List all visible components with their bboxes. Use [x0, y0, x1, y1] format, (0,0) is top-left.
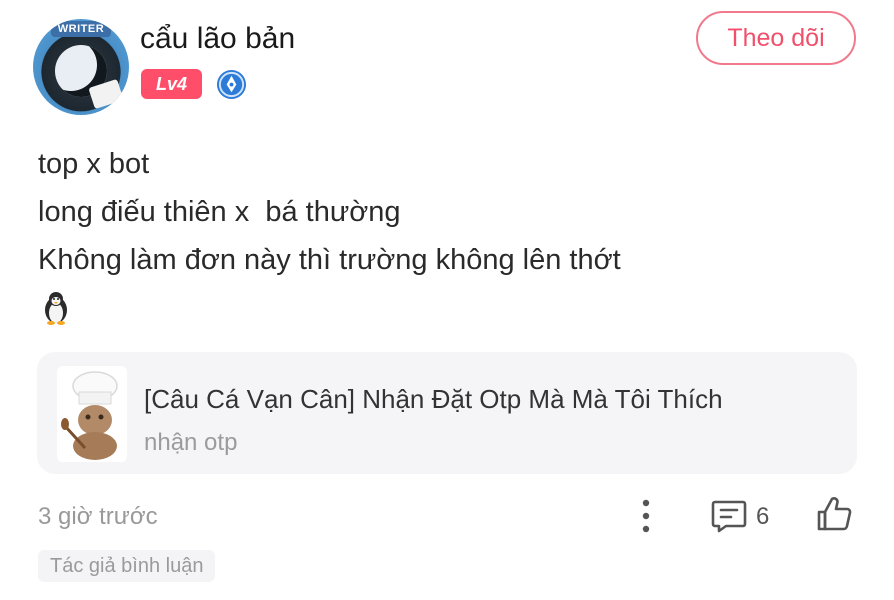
linked-card-title: [Câu Cá Vạn Cân] Nhận Đặt Otp Mà Mà Tôi …	[144, 384, 723, 414]
more-options-icon[interactable]	[638, 498, 654, 534]
chef-cat-thumbnail	[57, 366, 127, 462]
linked-card-subtitle: nhận otp	[144, 429, 238, 456]
author-avatar[interactable]: WRITER	[33, 19, 129, 115]
comment-count: 6	[756, 503, 770, 530]
post-line: top x bot	[38, 148, 150, 180]
post-content: top x bot long điếu thiên x bá thường Kh…	[38, 140, 621, 284]
like-icon[interactable]	[815, 495, 853, 533]
post-line: long điếu thiên x bá thường	[38, 196, 401, 228]
avatar-writer-tag: WRITER	[51, 21, 111, 37]
follow-button[interactable]: Theo dõi	[696, 11, 856, 65]
author-name[interactable]: cẩu lão bản	[140, 22, 295, 56]
post-item: WRITER cẩu lão bản Lv4 Theo dõi top x bo…	[0, 0, 894, 600]
pen-badge-icon	[216, 69, 247, 100]
comment-icon[interactable]	[710, 498, 748, 534]
author-comment-tag: Tác giả bình luận	[38, 550, 216, 582]
linked-story-card[interactable]: [Câu Cá Vạn Cân] Nhận Đặt Otp Mà Mà Tôi …	[37, 352, 857, 474]
post-timestamp: 3 giờ trước	[38, 503, 158, 530]
penguin-icon	[45, 292, 67, 325]
post-line: Không làm đơn này thì trường không lên t…	[38, 244, 621, 276]
level-badge: Lv4	[141, 69, 202, 99]
